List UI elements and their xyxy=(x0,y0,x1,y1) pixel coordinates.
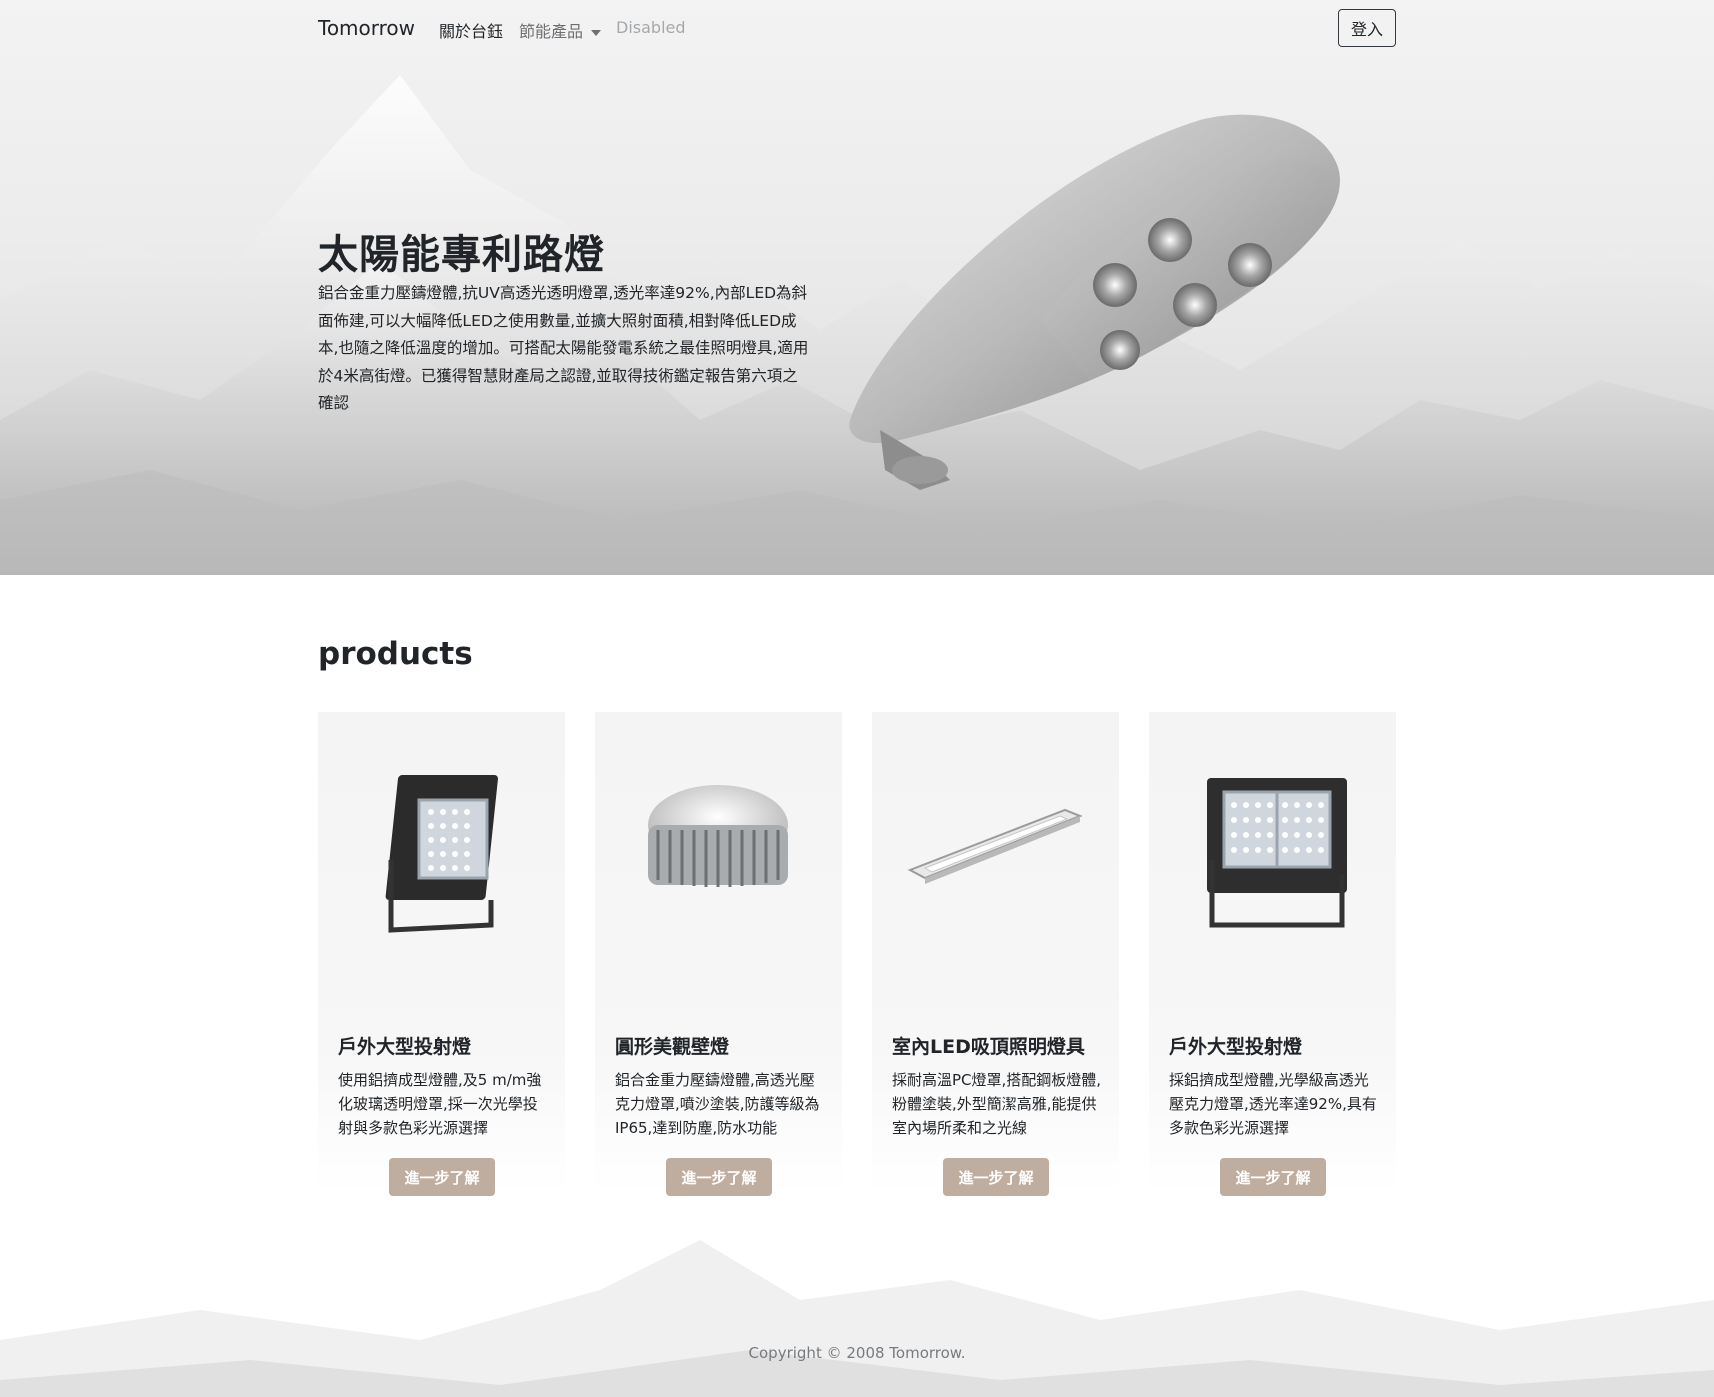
footer-mountain-background xyxy=(0,1240,1714,1397)
product-card: 戶外大型投射燈 使用鋁擠成型燈體,及5 m/m強化玻璃透明燈罩,採一次光學投射與… xyxy=(318,712,565,1196)
product-card: 戶外大型投射燈 採鋁擠成型燈體,光學級高透光壓克力燈罩,透光率達92%,具有多款… xyxy=(1149,712,1396,1196)
product-description: 採耐高溫PC燈罩,搭配鋼板燈體,粉體塗裝,外型簡潔高雅,能提供室內場所柔和之光線 xyxy=(892,1071,1102,1137)
learn-more-button[interactable]: 進一步了解 xyxy=(389,1158,495,1196)
hero-banner: Tomorrow 關於台鈺 節能產品 Disabled 登入 太陽能專利路燈 鋁… xyxy=(0,0,1714,575)
product-description: 使用鋁擠成型燈體,及5 m/m強化玻璃透明燈罩,採一次光學投射與多款色彩光源選擇 xyxy=(338,1071,542,1137)
linear-ceiling-lamp-icon xyxy=(907,808,1083,884)
round-wall-lamp-icon xyxy=(648,785,788,887)
street-lamp-icon xyxy=(849,114,1340,490)
learn-more-button[interactable]: 進一步了解 xyxy=(1220,1158,1326,1196)
products-heading: products xyxy=(318,636,473,672)
nav-dropdown-products-label: 節能產品 xyxy=(519,22,584,41)
footer: Copyright © 2008 Tomorrow. xyxy=(0,1220,1714,1397)
product-card: 圓形美觀壁燈 鋁合金重力壓鑄燈體,高透光壓克力燈罩,噴沙塗裝,防護等級為IP65… xyxy=(595,712,842,1196)
caret-down-icon xyxy=(591,29,602,36)
nav-link-disabled: Disabled xyxy=(616,18,686,37)
nav-link-about[interactable]: 關於台鈺 xyxy=(439,18,503,42)
product-title: 室內LED吸頂照明燈具 xyxy=(892,1036,1085,1058)
login-button[interactable]: 登入 xyxy=(1338,9,1396,47)
product-title: 戶外大型投射燈 xyxy=(338,1036,472,1058)
product-description: 採鋁擠成型燈體,光學級高透光壓克力燈罩,透光率達92%,具有多款色彩光源選擇 xyxy=(1169,1071,1377,1137)
large-floodlight-icon xyxy=(1207,778,1347,928)
hero-title: 太陽能專利路燈 xyxy=(318,232,605,278)
floodlight-icon xyxy=(385,775,498,933)
navbar: Tomorrow 關於台鈺 節能產品 Disabled 登入 xyxy=(318,8,1396,48)
product-title: 圓形美觀壁燈 xyxy=(615,1036,730,1058)
learn-more-button[interactable]: 進一步了解 xyxy=(943,1158,1049,1196)
product-title: 戶外大型投射燈 xyxy=(1169,1036,1303,1058)
nav-dropdown-products[interactable]: 節能產品 xyxy=(519,18,602,42)
copyright-text: Copyright © 2008 Tomorrow. xyxy=(748,1344,966,1362)
product-description: 鋁合金重力壓鑄燈體,高透光壓克力燈罩,噴沙塗裝,防護等級為IP65,達到防塵,防… xyxy=(615,1071,820,1137)
product-card: 室內LED吸頂照明燈具 採耐高溫PC燈罩,搭配鋼板燈體,粉體塗裝,外型簡潔高雅,… xyxy=(872,712,1119,1196)
hero-description: 鋁合金重力壓鑄燈體,抗UV高透光透明燈罩,透光率達92%,內部LED為斜面佈建,… xyxy=(318,284,809,412)
learn-more-button[interactable]: 進一步了解 xyxy=(666,1158,772,1196)
brand-logo[interactable]: Tomorrow xyxy=(318,16,415,40)
